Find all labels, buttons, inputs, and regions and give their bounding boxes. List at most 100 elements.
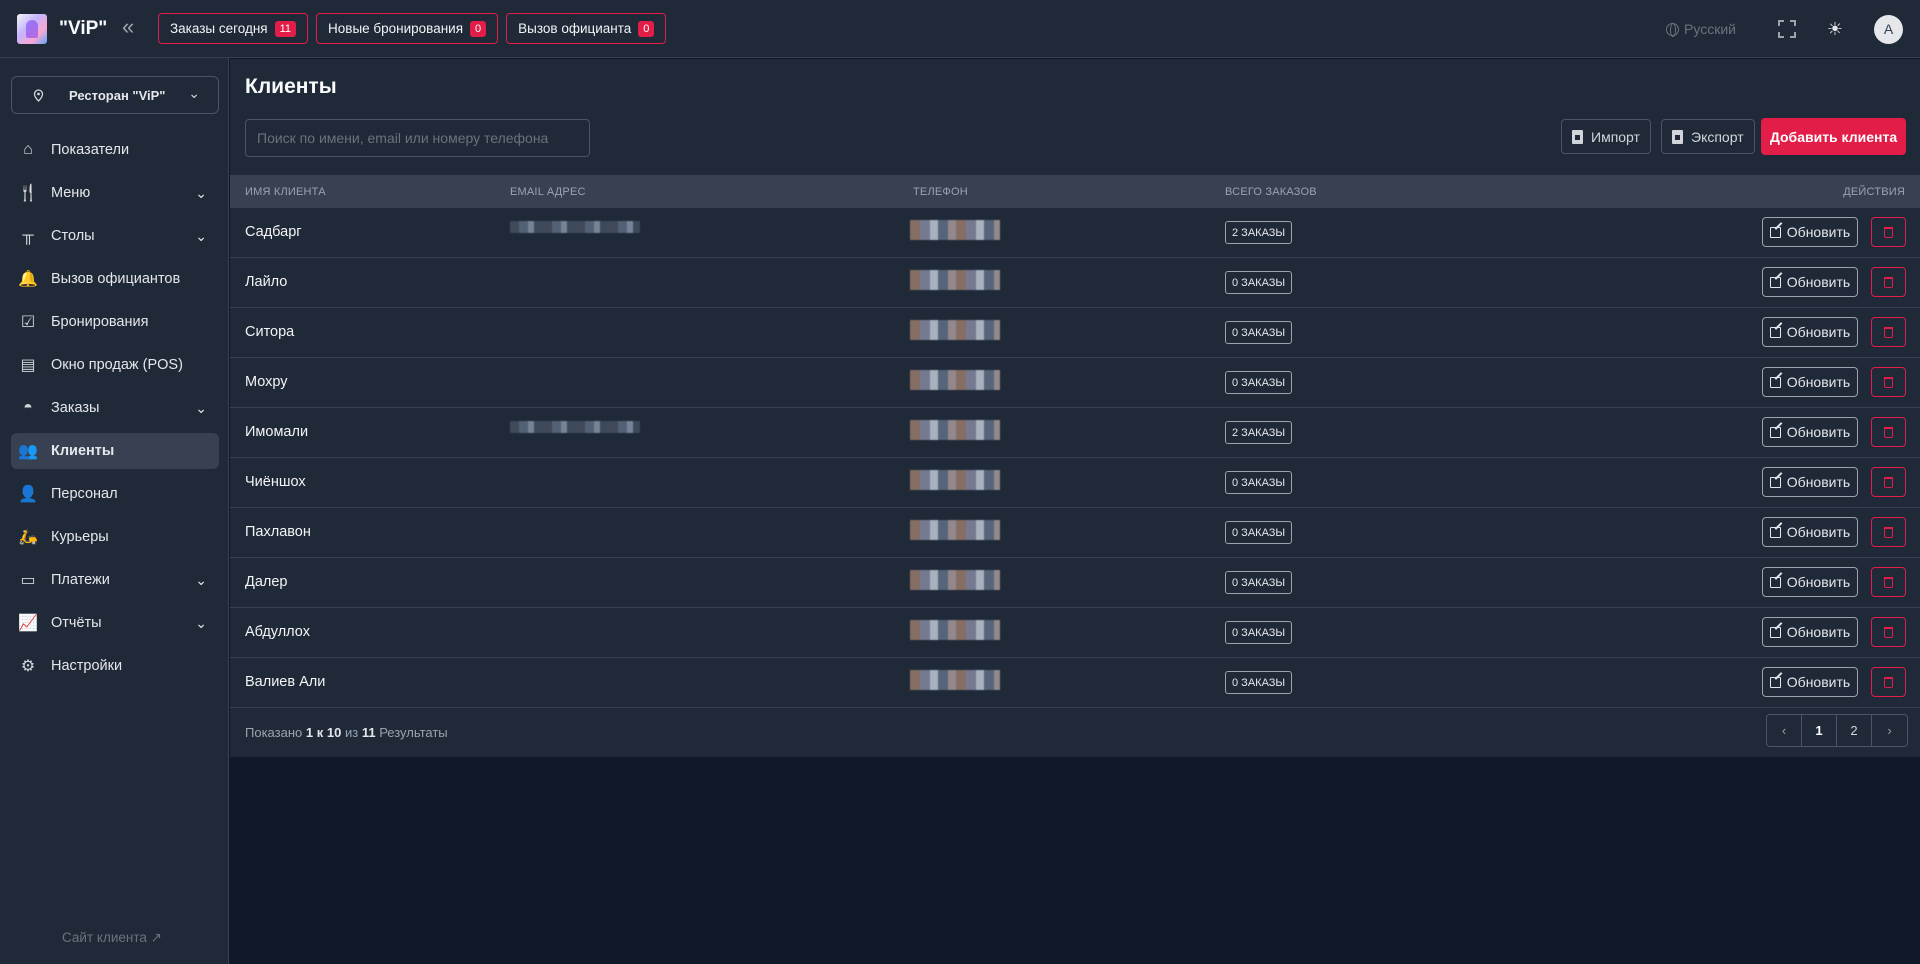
update-label: Обновить: [1786, 674, 1851, 690]
chevron-down-icon: ⌄: [195, 184, 207, 201]
client-site-link[interactable]: Сайт клиента ↗: [62, 930, 162, 946]
phone-redacted: [910, 620, 1000, 640]
phone-redacted: [910, 370, 1000, 390]
delete-button[interactable]: [1871, 517, 1906, 547]
sidebar-item-label: Вызов официантов: [51, 271, 181, 287]
badge-count: 0: [638, 20, 655, 37]
sidebar-item-label: Персонал: [51, 486, 118, 502]
page-button[interactable]: 1: [1802, 715, 1837, 746]
delete-button[interactable]: [1871, 567, 1906, 597]
sidebar-item-orders[interactable]: ◓ Заказы ⌄: [11, 390, 219, 426]
table-row: Садбарг 2 ЗАКАЗЫ Обновить: [230, 208, 1920, 258]
sidebar: Ресторан "ViP" ⌄ ⌂ Показатели 🍴 Меню ⌄ ╥…: [0, 58, 229, 964]
delete-button[interactable]: [1871, 667, 1906, 697]
language-switcher[interactable]: Русский: [1666, 21, 1736, 37]
table-row: Имомали 2 ЗАКАЗЫ Обновить: [230, 408, 1920, 458]
delete-button[interactable]: [1871, 467, 1906, 497]
table-row: Лайло 0 ЗАКАЗЫ Обновить: [230, 258, 1920, 308]
restaurant-select[interactable]: Ресторан "ViP" ⌄: [11, 76, 219, 114]
phone-redacted: [910, 420, 1000, 440]
update-button[interactable]: Обновить: [1762, 317, 1858, 347]
summary-total: 11: [361, 725, 376, 740]
table-row: Валиев Али 0 ЗАКАЗЫ Обновить: [230, 658, 1920, 708]
add-client-button[interactable]: Добавить клиента: [1761, 118, 1906, 155]
file-export-icon: [1672, 129, 1683, 144]
brand-logo: [17, 13, 47, 44]
collapse-sidebar-icon[interactable]: «: [122, 16, 144, 40]
client-name: Имомали: [245, 424, 309, 440]
sidebar-item-waiter-calls[interactable]: 🔔 Вызов официантов: [11, 261, 219, 297]
next-page-icon[interactable]: ›: [1872, 715, 1907, 746]
sidebar-item-staff[interactable]: 👤 Персонал: [11, 476, 219, 512]
update-button[interactable]: Обновить: [1762, 417, 1858, 447]
edit-icon: [1769, 376, 1781, 388]
chevron-down-icon: ⌄: [195, 614, 207, 631]
courier-icon: 🛵: [18, 529, 38, 546]
edit-icon: [1769, 676, 1781, 688]
new-bookings-badge[interactable]: Новые бронирования 0: [316, 13, 499, 44]
update-label: Обновить: [1786, 624, 1851, 640]
avatar[interactable]: A: [1874, 14, 1903, 44]
update-button[interactable]: Обновить: [1762, 667, 1858, 697]
update-button[interactable]: Обновить: [1762, 367, 1858, 397]
orders-today-badge[interactable]: Заказы сегодня 11: [158, 13, 309, 44]
sidebar-item-couriers[interactable]: 🛵 Курьеры: [11, 519, 219, 555]
external-link-icon: ↗: [150, 930, 162, 945]
delete-button[interactable]: [1871, 317, 1906, 347]
delete-button[interactable]: [1871, 367, 1906, 397]
sidebar-item-tables[interactable]: ╥ Столы ⌄: [11, 218, 219, 254]
prev-page-icon[interactable]: ‹: [1767, 715, 1802, 746]
sidebar-nav: ⌂ Показатели 🍴 Меню ⌄ ╥ Столы ⌄ 🔔 Вызов …: [11, 132, 219, 691]
sidebar-item-label: Окно продаж (POS): [51, 357, 183, 373]
sidebar-item-label: Столы: [51, 228, 95, 244]
trash-icon: [1884, 676, 1893, 688]
update-button[interactable]: Обновить: [1762, 617, 1858, 647]
calendar-icon: ☑: [20, 314, 36, 331]
client-name: Чиёншох: [245, 474, 306, 490]
import-label: Импорт: [1591, 128, 1640, 145]
client-name: Лайло: [245, 274, 288, 290]
delete-button[interactable]: [1871, 217, 1906, 247]
sidebar-item-clients[interactable]: 👥 Клиенты: [11, 433, 219, 469]
badge-count: 0: [470, 20, 487, 37]
update-button[interactable]: Обновить: [1762, 517, 1858, 547]
sidebar-item-bookings[interactable]: ☑ Бронирования: [11, 304, 219, 340]
orders-count-badge: 0 ЗАКАЗЫ: [1225, 471, 1293, 494]
delete-button[interactable]: [1871, 617, 1906, 647]
theme-toggle-icon[interactable]: ☀: [1826, 19, 1844, 39]
delete-button[interactable]: [1871, 267, 1906, 297]
table-icon: ╥: [22, 227, 34, 244]
sidebar-item-reports[interactable]: 📈 Отчёты ⌄: [11, 605, 219, 641]
badge-label: Заказы сегодня: [170, 21, 268, 36]
update-button[interactable]: Обновить: [1762, 267, 1858, 297]
import-button[interactable]: Импорт: [1561, 119, 1651, 154]
page-button[interactable]: 2: [1837, 715, 1872, 746]
sidebar-item-label: Отчёты: [51, 615, 102, 631]
search-input[interactable]: [245, 119, 590, 157]
edit-icon: [1769, 626, 1781, 638]
client-name: Ситора: [245, 324, 295, 340]
delete-button[interactable]: [1871, 417, 1906, 447]
sidebar-item-menu[interactable]: 🍴 Меню ⌄: [11, 175, 219, 211]
update-button[interactable]: Обновить: [1762, 467, 1858, 497]
sidebar-item-pos[interactable]: ▤ Окно продаж (POS): [11, 347, 219, 383]
update-button[interactable]: Обновить: [1762, 567, 1858, 597]
email-redacted: [510, 421, 640, 433]
update-button[interactable]: Обновить: [1762, 217, 1858, 247]
client-name: Далер: [245, 574, 288, 590]
sidebar-item-dashboard[interactable]: ⌂ Показатели: [11, 132, 219, 168]
trash-icon: [1884, 476, 1893, 488]
fullscreen-icon[interactable]: [1778, 20, 1796, 38]
pagination-summary: Показано 1 к 10 из 11 Результаты: [245, 725, 448, 740]
sidebar-item-label: Показатели: [51, 142, 130, 158]
phone-redacted: [910, 320, 1000, 340]
export-button[interactable]: Экспорт: [1661, 119, 1755, 154]
summary-of-word: из: [344, 725, 359, 740]
phone-redacted: [910, 270, 1000, 290]
sidebar-item-payments[interactable]: ▭ Платежи ⌄: [11, 562, 219, 598]
phone-redacted: [910, 670, 1000, 690]
waiter-call-badge[interactable]: Вызов официанта 0: [506, 13, 667, 44]
update-label: Обновить: [1786, 374, 1851, 390]
sidebar-item-settings[interactable]: ⚙ Настройки: [11, 648, 219, 684]
table-header: ИМЯ КЛИЕНТА EMAIL АДРЕС ТЕЛЕФОН ВСЕГО ЗА…: [230, 175, 1920, 208]
